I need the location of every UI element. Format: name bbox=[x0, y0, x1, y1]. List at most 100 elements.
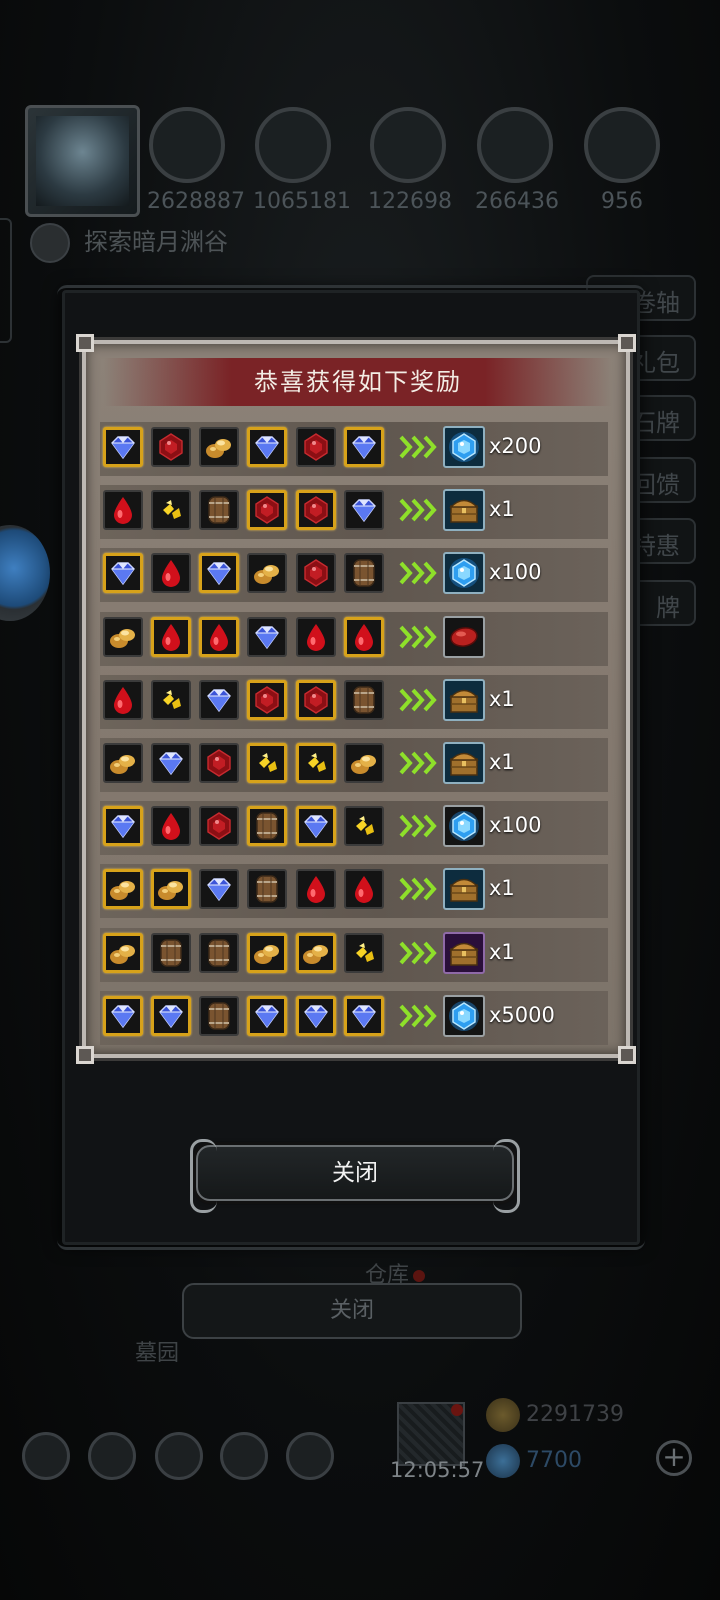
nugget-material-icon[interactable] bbox=[247, 742, 287, 783]
blood-material-icon[interactable] bbox=[151, 553, 191, 594]
chest-reward-icon[interactable] bbox=[443, 489, 485, 532]
gem-material-icon[interactable] bbox=[344, 427, 384, 467]
arrow-right-icon bbox=[398, 874, 438, 904]
gem-material-icon[interactable] bbox=[199, 679, 239, 720]
reward-quantity: x100 bbox=[489, 813, 542, 838]
rank-icon[interactable] bbox=[88, 1432, 136, 1480]
ore-material-icon[interactable] bbox=[199, 427, 239, 467]
ruby-material-icon[interactable] bbox=[247, 679, 287, 720]
ore-material-icon[interactable] bbox=[103, 869, 143, 910]
blood-material-icon[interactable] bbox=[151, 616, 191, 657]
add-currency-button[interactable]: + bbox=[656, 1440, 692, 1476]
barrel-material-icon[interactable] bbox=[151, 932, 191, 973]
gem-material-icon[interactable] bbox=[247, 427, 287, 467]
ruby-material-icon[interactable] bbox=[199, 742, 239, 783]
reward-row: x1 bbox=[100, 674, 608, 729]
meat-reward-icon[interactable] bbox=[443, 615, 485, 658]
ore-material-icon[interactable] bbox=[247, 932, 287, 973]
wood-icon bbox=[255, 107, 331, 183]
barrel-material-icon[interactable] bbox=[199, 932, 239, 973]
barrel-material-icon[interactable] bbox=[199, 995, 239, 1036]
resource-item: 1065181 bbox=[253, 107, 351, 214]
blood-material-icon[interactable] bbox=[296, 869, 336, 910]
gem-material-icon[interactable] bbox=[151, 742, 191, 783]
gem-material-icon[interactable] bbox=[103, 427, 143, 467]
blood-material-icon[interactable] bbox=[344, 616, 384, 657]
left-side-tab[interactable] bbox=[0, 218, 12, 343]
gem-material-icon[interactable] bbox=[296, 806, 336, 847]
barrel-material-icon[interactable] bbox=[344, 679, 384, 720]
blue-crystal-reward-icon[interactable] bbox=[443, 805, 485, 848]
gem-material-icon[interactable] bbox=[151, 995, 191, 1036]
barrel-material-icon[interactable] bbox=[247, 806, 287, 847]
player-avatar[interactable] bbox=[25, 105, 140, 217]
barrel-material-icon[interactable] bbox=[199, 490, 239, 531]
resource-item: 266436 bbox=[475, 107, 559, 214]
resource-item: 956 bbox=[582, 107, 662, 214]
nugget-material-icon[interactable] bbox=[344, 932, 384, 973]
nugget-material-icon[interactable] bbox=[151, 679, 191, 720]
reward-quantity: x200 bbox=[489, 434, 542, 458]
barrel-material-icon[interactable] bbox=[247, 869, 287, 910]
ore-material-icon[interactable] bbox=[103, 932, 143, 973]
map-icon[interactable] bbox=[286, 1432, 334, 1480]
barrel-material-icon[interactable] bbox=[344, 553, 384, 594]
gem-material-icon[interactable] bbox=[296, 995, 336, 1036]
reward-quantity: x1 bbox=[489, 686, 515, 711]
nugget-material-icon[interactable] bbox=[296, 742, 336, 783]
settings-icon[interactable] bbox=[22, 1432, 70, 1480]
reward-row: x1 bbox=[100, 927, 608, 982]
gem-material-icon[interactable] bbox=[344, 995, 384, 1036]
ruby-material-icon[interactable] bbox=[199, 806, 239, 847]
resource-value: 1065181 bbox=[253, 189, 351, 214]
arrow-right-icon bbox=[398, 938, 438, 968]
cemetery-label[interactable]: 墓园 bbox=[135, 1335, 179, 1367]
nugget-material-icon[interactable] bbox=[151, 490, 191, 531]
gem-material-icon[interactable] bbox=[103, 806, 143, 847]
arrow-right-icon bbox=[398, 685, 438, 715]
ore-material-icon[interactable] bbox=[247, 553, 287, 594]
nugget-material-icon[interactable] bbox=[344, 806, 384, 847]
reward-list: x200 x1 x100 x1 x1 x100 x1 x1 x5000 bbox=[100, 422, 608, 1054]
chest-reward-icon[interactable] bbox=[443, 741, 485, 784]
gem-material-icon[interactable] bbox=[103, 995, 143, 1036]
reward-row: x1 bbox=[100, 737, 608, 792]
chest-reward-icon[interactable] bbox=[443, 678, 485, 721]
blue-crystal-reward-icon[interactable] bbox=[443, 994, 485, 1037]
blood-material-icon[interactable] bbox=[199, 616, 239, 657]
ruby-material-icon[interactable] bbox=[151, 427, 191, 467]
background-close-button: 关闭 bbox=[182, 1283, 522, 1339]
gem-material-icon[interactable] bbox=[199, 869, 239, 910]
chest-reward-icon[interactable] bbox=[443, 868, 485, 911]
ruby-material-icon[interactable] bbox=[296, 427, 336, 467]
quest-tracker[interactable]: 探索暗月渊谷 bbox=[30, 222, 228, 263]
blood-material-icon[interactable] bbox=[344, 869, 384, 910]
gem-material-icon[interactable] bbox=[344, 490, 384, 531]
resource-value: 2628887 bbox=[147, 189, 245, 214]
ore-material-icon[interactable] bbox=[344, 742, 384, 783]
blood-material-icon[interactable] bbox=[296, 616, 336, 657]
gem-material-icon[interactable] bbox=[247, 616, 287, 657]
ore-material-icon[interactable] bbox=[103, 616, 143, 657]
ore-material-icon[interactable] bbox=[151, 869, 191, 910]
mail-icon[interactable] bbox=[220, 1432, 268, 1480]
ruby-material-icon[interactable] bbox=[296, 553, 336, 594]
chest-reward-icon[interactable] bbox=[443, 931, 485, 974]
blood-material-icon[interactable] bbox=[151, 806, 191, 847]
ruby-material-icon[interactable] bbox=[247, 490, 287, 531]
crystal-icon bbox=[477, 107, 553, 183]
notification-dot bbox=[413, 1270, 426, 1282]
blue-crystal-reward-icon[interactable] bbox=[443, 426, 485, 468]
gem-material-icon[interactable] bbox=[247, 995, 287, 1036]
ore-material-icon[interactable] bbox=[103, 742, 143, 783]
ruby-material-icon[interactable] bbox=[296, 679, 336, 720]
blue-crystal-reward-icon[interactable] bbox=[443, 552, 485, 595]
guild-icon[interactable] bbox=[155, 1432, 203, 1480]
ruby-material-icon[interactable] bbox=[296, 490, 336, 531]
gem-material-icon[interactable] bbox=[103, 553, 143, 594]
blood-material-icon[interactable] bbox=[103, 490, 143, 531]
ore-material-icon[interactable] bbox=[296, 932, 336, 973]
gem-material-icon[interactable] bbox=[199, 553, 239, 594]
close-button[interactable]: 关闭 bbox=[190, 1139, 520, 1213]
blood-material-icon[interactable] bbox=[103, 679, 143, 720]
